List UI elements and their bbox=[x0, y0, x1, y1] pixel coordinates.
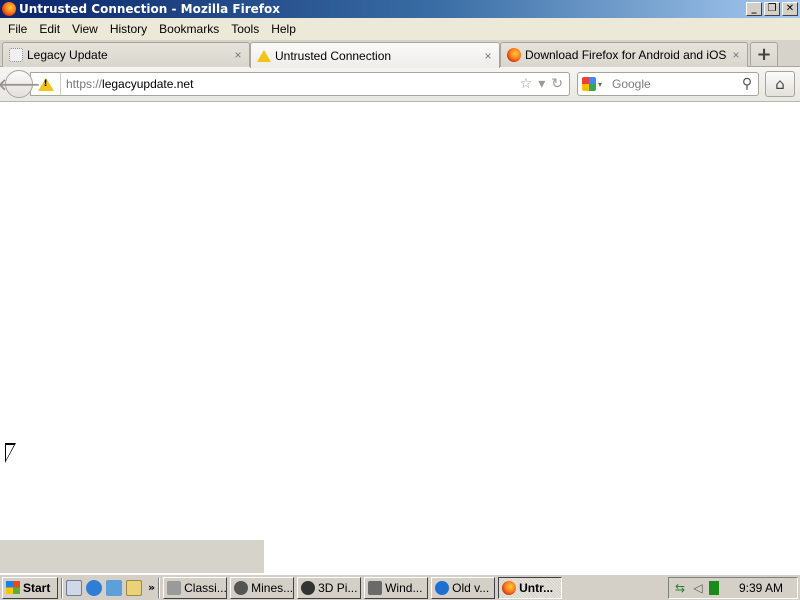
task-label: Old v... bbox=[452, 580, 490, 595]
close-tab-icon[interactable]: × bbox=[231, 48, 245, 62]
tab-strip: Legacy Update × Untrusted Connection × D… bbox=[0, 40, 800, 68]
url-host: legacyupdate.net bbox=[102, 77, 194, 91]
home-icon: ⌂ bbox=[775, 75, 785, 93]
minimize-button[interactable]: _ bbox=[746, 2, 762, 16]
quick-launch-more-icon[interactable]: » bbox=[148, 581, 155, 594]
close-tab-icon[interactable]: × bbox=[481, 49, 495, 63]
task-button-old-version[interactable]: Old v... bbox=[431, 576, 496, 599]
start-button[interactable]: Start bbox=[2, 576, 58, 599]
task-button-classic[interactable]: Classi... bbox=[163, 576, 228, 599]
firefox-icon[interactable] bbox=[2, 2, 16, 16]
google-icon bbox=[582, 77, 596, 91]
tab-label: Download Firefox for Android and iOS bbox=[525, 48, 727, 62]
mouse-cursor-icon bbox=[5, 443, 16, 463]
task-button-minesweeper[interactable]: Mines... bbox=[230, 576, 295, 599]
media-icon[interactable] bbox=[126, 579, 142, 596]
task-button-firefox[interactable]: Untr... bbox=[498, 576, 563, 599]
start-label: Start bbox=[23, 580, 51, 595]
tab-untrusted-connection[interactable]: Untrusted Connection × bbox=[250, 42, 500, 68]
task-label: 3D Pi... bbox=[318, 580, 358, 595]
windows-logo-icon bbox=[6, 581, 20, 594]
pinball-icon bbox=[301, 580, 316, 595]
firefox-icon bbox=[507, 48, 521, 62]
menu-bar: File Edit View History Bookmarks Tools H… bbox=[0, 18, 800, 40]
minesweeper-icon bbox=[234, 580, 249, 595]
computer-icon bbox=[368, 580, 383, 595]
blank-page-icon bbox=[9, 48, 23, 62]
classic-shell-icon bbox=[167, 580, 182, 595]
search-input[interactable]: Google bbox=[608, 77, 736, 91]
menu-bookmarks[interactable]: Bookmarks bbox=[153, 22, 225, 36]
new-tab-button[interactable]: + bbox=[750, 42, 778, 66]
outlook-express-icon[interactable] bbox=[106, 579, 122, 596]
url-actions: ☆ ▾ ↻ bbox=[520, 76, 569, 92]
status-icon[interactable] bbox=[709, 580, 719, 595]
tab-label: Legacy Update bbox=[27, 48, 108, 62]
bookmark-star-icon[interactable]: ☆ bbox=[520, 76, 533, 92]
warning-icon bbox=[257, 49, 271, 62]
internet-explorer-icon bbox=[435, 580, 450, 595]
task-label: Wind... bbox=[385, 580, 423, 595]
menu-edit[interactable]: Edit bbox=[33, 22, 66, 36]
window-title: Untrusted Connection - Mozilla Firefox bbox=[19, 2, 280, 16]
page-content[interactable] bbox=[0, 102, 800, 540]
task-label: Classi... bbox=[184, 580, 227, 595]
menu-help[interactable]: Help bbox=[265, 22, 302, 36]
navigation-bar: https://legacyupdate.net ☆ ▾ ↻ 🡐 ▾ Googl… bbox=[0, 67, 800, 102]
close-tab-icon[interactable]: × bbox=[729, 48, 743, 62]
menu-view[interactable]: View bbox=[66, 22, 104, 36]
task-label: Untr... bbox=[519, 580, 554, 595]
reload-icon[interactable]: ↻ bbox=[551, 76, 563, 92]
history-dropdown-icon[interactable]: ▾ bbox=[538, 76, 545, 92]
title-bar[interactable]: Untrusted Connection - Mozilla Firefox _… bbox=[0, 0, 800, 18]
url-protocol: https:// bbox=[66, 77, 103, 91]
system-tray: ⇆ ◁ 9:39 AM bbox=[668, 576, 798, 599]
menu-history[interactable]: History bbox=[104, 22, 153, 36]
menu-tools[interactable]: Tools bbox=[225, 22, 265, 36]
quick-launch: » bbox=[66, 579, 155, 596]
firefox-window: Untrusted Connection - Mozilla Firefox _… bbox=[0, 0, 800, 574]
taskbar: Start » Classi... Mines... 3D Pi... Wind… bbox=[0, 574, 800, 600]
url-bar[interactable]: https://legacyupdate.net ☆ ▾ ↻ bbox=[30, 72, 570, 96]
clock[interactable]: 9:39 AM bbox=[739, 581, 783, 595]
url-field[interactable]: https://legacyupdate.net bbox=[61, 77, 520, 91]
task-button-windows[interactable]: Wind... bbox=[364, 576, 429, 599]
network-icon[interactable]: ⇆ bbox=[673, 581, 687, 595]
back-arrow-icon: 🡐 bbox=[0, 75, 41, 94]
taskbar-separator bbox=[158, 577, 161, 598]
window-controls: _ ❐ ✕ bbox=[744, 2, 798, 16]
tab-label: Untrusted Connection bbox=[275, 48, 392, 63]
restore-button[interactable]: ❐ bbox=[764, 2, 780, 16]
home-button[interactable]: ⌂ bbox=[765, 71, 795, 97]
search-box[interactable]: ▾ Google ⚲ bbox=[577, 72, 759, 96]
task-label: Mines... bbox=[251, 580, 294, 595]
task-button-3d-pinball[interactable]: 3D Pi... bbox=[297, 576, 362, 599]
menu-file[interactable]: File bbox=[2, 22, 33, 36]
firefox-icon bbox=[502, 580, 517, 595]
volume-icon[interactable]: ◁ bbox=[691, 581, 705, 595]
tab-legacy-update[interactable]: Legacy Update × bbox=[2, 42, 250, 67]
chevron-down-icon: ▾ bbox=[598, 79, 603, 89]
show-desktop-icon[interactable] bbox=[66, 579, 82, 596]
search-icon[interactable]: ⚲ bbox=[736, 76, 758, 92]
internet-explorer-icon[interactable] bbox=[86, 579, 102, 596]
taskbar-separator bbox=[61, 577, 63, 598]
search-engine-selector[interactable]: ▾ bbox=[578, 77, 608, 91]
status-bar bbox=[0, 540, 264, 573]
close-button[interactable]: ✕ bbox=[782, 2, 798, 16]
tab-download-firefox[interactable]: Download Firefox for Android and iOS × bbox=[500, 42, 748, 67]
back-button[interactable]: 🡐 bbox=[0, 70, 40, 98]
